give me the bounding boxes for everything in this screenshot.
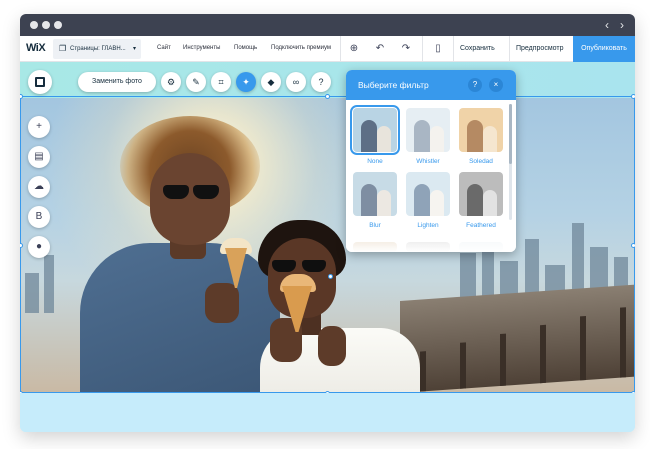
preview-button[interactable]: Предпросмотр (516, 45, 563, 52)
chevron-down-icon: ▾ (133, 46, 137, 52)
filter-label[interactable]: Lighten (401, 222, 455, 229)
background-button[interactable]: ▤ (28, 146, 50, 168)
topbar-divider (340, 36, 341, 62)
menu-connect-premium[interactable]: Подключить премиум (271, 45, 331, 51)
rotate-handle[interactable] (328, 274, 333, 279)
square-icon (35, 77, 45, 87)
filter-button[interactable]: ✦ (236, 72, 256, 92)
link-button[interactable]: ∞ (286, 72, 306, 92)
filter-thumb-person (361, 120, 377, 152)
help-button[interactable]: ? (311, 72, 331, 92)
filter-thumb-person (414, 120, 430, 152)
filter-thumb-person (483, 126, 497, 152)
panel-fade (346, 238, 516, 252)
editor-window: ‹ › WiX ❐ Страницы: ГЛАВН... ▾ Сайт Инст… (20, 14, 635, 432)
window-dot-maximize[interactable] (54, 21, 62, 29)
brush-button[interactable]: ✎ (186, 72, 206, 92)
filter-label[interactable]: None (348, 158, 402, 165)
pages-icon: ❐ (59, 44, 67, 53)
back-arrow-icon[interactable]: ‹ (605, 17, 609, 33)
filter-thumb-person (467, 120, 483, 152)
filter-thumb-person (361, 184, 377, 216)
undo-icon[interactable]: ↶ (372, 41, 388, 57)
filter-thumb-soledad[interactable] (459, 108, 503, 152)
publish-button[interactable]: Опубликовать (573, 36, 635, 62)
zoom-icon[interactable]: ⊕ (346, 41, 362, 57)
filter-thumb-person (377, 126, 391, 152)
window-titlebar: ‹ › (20, 14, 635, 36)
settings-button[interactable]: ⚙ (161, 72, 181, 92)
editor-topbar: WiX ❐ Страницы: ГЛАВН... ▾ Сайт Инструме… (20, 36, 635, 62)
filter-label[interactable]: Feathered (454, 222, 508, 229)
topbar-divider (509, 36, 510, 62)
filter-thumb-person (483, 190, 497, 216)
filter-thumb-whistler[interactable] (406, 108, 450, 152)
wix-logo: WiX (26, 42, 46, 54)
editor-stage[interactable]: Заменить фото ⚙ ✎ ⌗ ✦ ◆ ∞ ? + ▤ ☁ B ● Вы… (20, 62, 635, 432)
layout-button[interactable] (28, 70, 52, 94)
menu-tools[interactable]: Инструменты (183, 45, 220, 51)
footer-strip (20, 393, 635, 432)
crop-button[interactable]: ⌗ (211, 72, 231, 92)
filter-panel-title: Выберите фильтр (358, 80, 429, 90)
change-photo-button[interactable]: Заменить фото (78, 72, 156, 92)
filter-thumb-person (467, 184, 483, 216)
help-icon[interactable]: ? (468, 78, 482, 92)
filter-label[interactable]: Blur (348, 222, 402, 229)
topbar-divider (453, 36, 454, 62)
menu-help[interactable]: Помощь (234, 45, 257, 51)
filter-label[interactable]: Soledad (454, 158, 508, 165)
filter-thumb-feathered[interactable] (459, 172, 503, 216)
add-button[interactable]: + (28, 116, 50, 138)
pages-dropdown-label: Страницы: ГЛАВН... (70, 46, 126, 52)
filter-panel: Выберите фильтр ? × None Whistler Soledad B… (346, 70, 516, 252)
selection-frame (20, 96, 635, 393)
resize-handle[interactable] (325, 94, 330, 99)
filter-thumb-person (377, 190, 391, 216)
filter-thumb-lighten[interactable] (406, 172, 450, 216)
resize-handle[interactable] (631, 94, 635, 99)
filter-thumb-person (430, 126, 444, 152)
filter-thumb-none[interactable] (350, 105, 400, 155)
redo-icon[interactable]: ↷ (398, 41, 414, 57)
forward-arrow-icon[interactable]: › (620, 17, 624, 33)
filter-thumb-person (430, 190, 444, 216)
filter-scrollbar[interactable] (509, 104, 512, 220)
upload-button[interactable]: ☁ (28, 176, 50, 198)
pages-dropdown[interactable]: ❐ Страницы: ГЛАВН... ▾ (53, 39, 141, 59)
window-dot-minimize[interactable] (42, 21, 50, 29)
filter-panel-header: Выберите фильтр ? × (346, 70, 516, 100)
blog-button[interactable]: B (28, 206, 50, 228)
filter-label[interactable]: Whistler (401, 158, 455, 165)
chat-button[interactable]: ● (28, 236, 50, 258)
close-icon[interactable]: × (489, 78, 503, 92)
filter-thumb-blur[interactable] (353, 172, 397, 216)
window-dot-close[interactable] (30, 21, 38, 29)
topbar-divider (422, 36, 423, 62)
animation-button[interactable]: ◆ (261, 72, 281, 92)
menu-site[interactable]: Сайт (157, 45, 171, 51)
filter-thumb-person (414, 184, 430, 216)
mobile-view-icon[interactable]: ▯ (430, 41, 446, 57)
scrollbar-thumb[interactable] (509, 104, 512, 164)
save-button[interactable]: Сохранить (460, 45, 495, 52)
resize-handle[interactable] (631, 243, 635, 248)
